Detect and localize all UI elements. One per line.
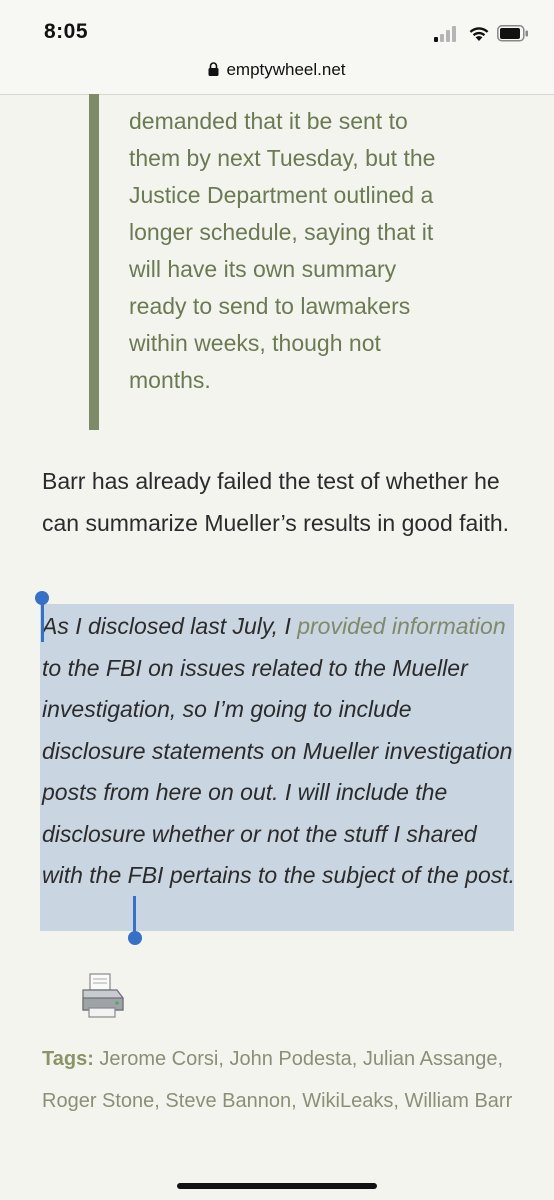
blockquote-clip: House Democrats have demanded that it be… [0, 94, 554, 434]
tags-label: Tags: [42, 1048, 94, 1070]
url-display[interactable]: emptywheel.net [0, 60, 554, 80]
blockquote-line: within weeks, though not [129, 330, 381, 356]
status-bar: 8:05 [0, 0, 554, 56]
wifi-icon [469, 27, 489, 41]
selection-end-handle[interactable] [128, 931, 142, 945]
blockquote-line: them by next Tuesday, but the [129, 145, 436, 171]
article-paragraph[interactable]: Barr has already failed the test of whet… [42, 460, 522, 544]
tag-link[interactable]: Steve Bannon [165, 1090, 291, 1112]
provided-information-link[interactable]: provided information [297, 613, 505, 639]
tag-link[interactable]: Roger Stone [42, 1090, 154, 1112]
battery-icon [497, 25, 528, 42]
selection-start-caret [41, 600, 44, 642]
blockquote-line: demanded that it be sent to [129, 108, 408, 134]
blockquote-line: Justice Department outlined a [129, 182, 434, 208]
url-text: emptywheel.net [226, 60, 346, 79]
cellular-signal-icon [434, 26, 456, 42]
lock-icon [208, 62, 219, 76]
status-time: 8:05 [44, 20, 89, 43]
tag-link[interactable]: William Barr [404, 1090, 512, 1112]
printer-icon[interactable] [80, 972, 126, 1020]
blockquote-line: months. [129, 367, 211, 393]
tag-link[interactable]: Jerome Corsi [99, 1048, 218, 1070]
disclosure-text-start: As I disclosed last July, I [42, 613, 298, 639]
home-indicator[interactable] [177, 1183, 377, 1189]
blockquote: House Democrats have demanded that it be… [129, 94, 499, 399]
post-tags: Tags: Jerome Corsi, John Podesta, Julian… [42, 1048, 513, 1112]
tag-link[interactable]: Julian Assange [363, 1048, 498, 1070]
tag-link[interactable]: WikiLeaks [302, 1090, 393, 1112]
tag-link[interactable]: John Podesta [229, 1048, 351, 1070]
disclosure-text-end: to the FBI on issues related to the Muel… [42, 654, 516, 889]
blockquote-line: House Democrats have [129, 94, 499, 103]
blockquote-line: longer schedule, saying that it [129, 219, 434, 245]
address-bar[interactable]: emptywheel.net [0, 56, 554, 95]
blockquote-line: will have its own summary [129, 256, 397, 282]
disclosure-paragraph[interactable]: As I disclosed last July, I provided inf… [42, 606, 516, 897]
blockquote-line: ready to send to lawmakers [129, 293, 411, 319]
